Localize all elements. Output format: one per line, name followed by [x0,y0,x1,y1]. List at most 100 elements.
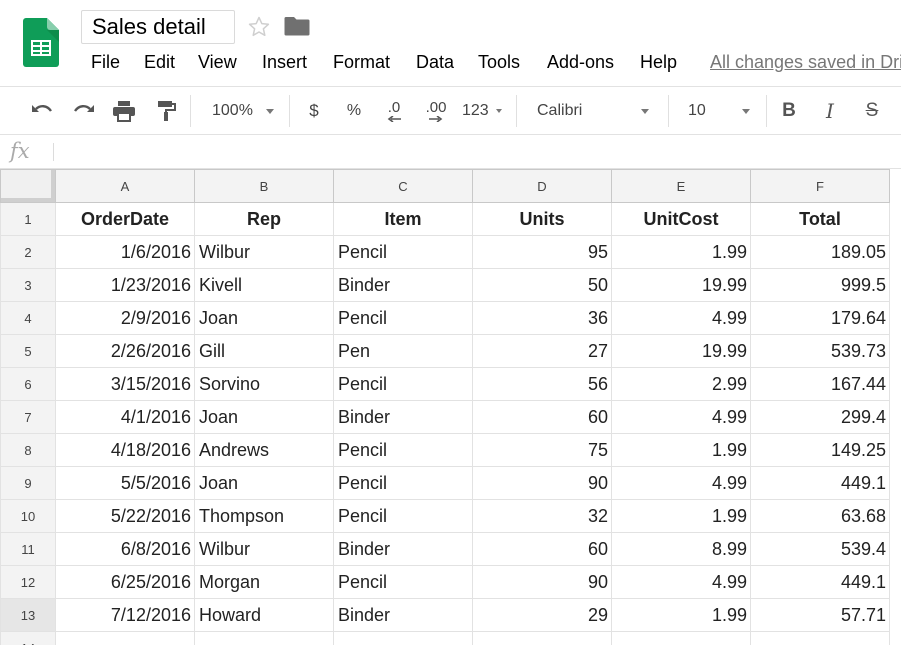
row-header[interactable]: 12 [0,565,56,599]
cell-item[interactable]: Binder [333,268,473,302]
cell-units[interactable]: 36 [472,301,612,335]
increase-decimals-button[interactable]: .00 [418,87,454,134]
cell-rep[interactable]: Thompson [194,499,334,533]
cell-total[interactable]: 539.4 [750,532,890,566]
cell-item[interactable]: Pencil [333,235,473,269]
redo-button[interactable] [68,87,100,134]
row-header[interactable]: 4 [0,301,56,335]
cell-header-item[interactable]: Item [333,202,473,236]
cell-rep[interactable]: Kivell [194,268,334,302]
column-header-d[interactable]: D [472,169,612,203]
cell-total[interactable]: 57.71 [750,598,890,632]
row-header[interactable]: 11 [0,532,56,566]
star-icon[interactable] [247,15,271,39]
cell-item[interactable]: Pen [333,334,473,368]
cell-header-units[interactable]: Units [472,202,612,236]
cell-total[interactable]: 179.64 [750,301,890,335]
cell-total[interactable]: 63.68 [750,499,890,533]
cell-item[interactable]: Binder [333,598,473,632]
cell-item[interactable] [333,631,473,645]
save-status-link[interactable]: All changes saved in Drive [710,48,901,76]
cell-item[interactable]: Pencil [333,466,473,500]
cell-unitcost[interactable]: 1.99 [611,235,751,269]
formula-input[interactable] [60,139,901,165]
cell-orderdate[interactable]: 2/9/2016 [55,301,195,335]
strikethrough-button[interactable]: S [858,87,886,134]
cell-unitcost[interactable] [611,631,751,645]
cell-orderdate[interactable]: 1/6/2016 [55,235,195,269]
cell-units[interactable]: 32 [472,499,612,533]
print-button[interactable] [108,87,140,134]
paint-format-button[interactable] [150,87,182,134]
cell-total[interactable] [750,631,890,645]
cell-header-rep[interactable]: Rep [194,202,334,236]
cell-item[interactable]: Pencil [333,499,473,533]
cell-units[interactable]: 56 [472,367,612,401]
cell-rep[interactable]: Howard [194,598,334,632]
column-header-a[interactable]: A [55,169,195,203]
menu-file[interactable]: File [91,48,120,76]
cell-units[interactable]: 75 [472,433,612,467]
cell-units[interactable]: 90 [472,565,612,599]
cell-units[interactable]: 95 [472,235,612,269]
menu-insert[interactable]: Insert [262,48,307,76]
cell-orderdate[interactable]: 2/26/2016 [55,334,195,368]
font-family-select[interactable]: Calibri [524,87,658,134]
cell-units[interactable]: 60 [472,400,612,434]
cell-orderdate[interactable]: 6/8/2016 [55,532,195,566]
row-header[interactable]: 10 [0,499,56,533]
cell-header-total[interactable]: Total [750,202,890,236]
row-header[interactable]: 8 [0,433,56,467]
cell-orderdate[interactable]: 5/22/2016 [55,499,195,533]
row-header[interactable]: 5 [0,334,56,368]
cell-rep[interactable]: Joan [194,466,334,500]
row-header[interactable]: 14 [0,631,56,645]
cell-rep[interactable]: Wilbur [194,235,334,269]
cell-unitcost[interactable]: 4.99 [611,301,751,335]
decrease-decimals-button[interactable]: .0 [378,87,410,134]
cell-units[interactable]: 50 [472,268,612,302]
cell-total[interactable]: 149.25 [750,433,890,467]
italic-button[interactable]: I [816,87,844,134]
cell-units[interactable] [472,631,612,645]
row-header[interactable]: 7 [0,400,56,434]
cell-item[interactable]: Binder [333,400,473,434]
cell-unitcost[interactable]: 4.99 [611,466,751,500]
cell-orderdate[interactable]: 1/23/2016 [55,268,195,302]
menu-data[interactable]: Data [416,48,454,76]
row-header[interactable]: 13 [0,598,56,632]
cell-units[interactable]: 60 [472,532,612,566]
cell-rep[interactable]: Sorvino [194,367,334,401]
percent-format-button[interactable]: % [340,87,368,134]
cell-item[interactable]: Pencil [333,433,473,467]
cell-total[interactable]: 299.4 [750,400,890,434]
cell-total[interactable]: 449.1 [750,466,890,500]
cell-units[interactable]: 27 [472,334,612,368]
cell-orderdate[interactable]: 4/1/2016 [55,400,195,434]
cell-rep[interactable]: Andrews [194,433,334,467]
cell-orderdate[interactable]: 6/25/2016 [55,565,195,599]
cell-orderdate[interactable]: 7/12/2016 [55,598,195,632]
menu-tools[interactable]: Tools [478,48,520,76]
cell-total[interactable]: 449.1 [750,565,890,599]
cell-orderdate[interactable] [55,631,195,645]
column-header-c[interactable]: C [333,169,473,203]
cell-total[interactable]: 539.73 [750,334,890,368]
cell-rep[interactable] [194,631,334,645]
cell-header-orderdate[interactable]: OrderDate [55,202,195,236]
cell-unitcost[interactable]: 1.99 [611,433,751,467]
cell-item[interactable]: Pencil [333,367,473,401]
menu-help[interactable]: Help [640,48,677,76]
row-header[interactable]: 2 [0,235,56,269]
cell-unitcost[interactable]: 1.99 [611,499,751,533]
cell-unitcost[interactable]: 4.99 [611,565,751,599]
column-header-e[interactable]: E [611,169,751,203]
cell-unitcost[interactable]: 8.99 [611,532,751,566]
cell-orderdate[interactable]: 3/15/2016 [55,367,195,401]
cell-unitcost[interactable]: 19.99 [611,268,751,302]
cell-rep[interactable]: Joan [194,400,334,434]
cell-header-unitcost[interactable]: UnitCost [611,202,751,236]
row-header[interactable]: 6 [0,367,56,401]
cell-rep[interactable]: Wilbur [194,532,334,566]
cell-units[interactable]: 90 [472,466,612,500]
